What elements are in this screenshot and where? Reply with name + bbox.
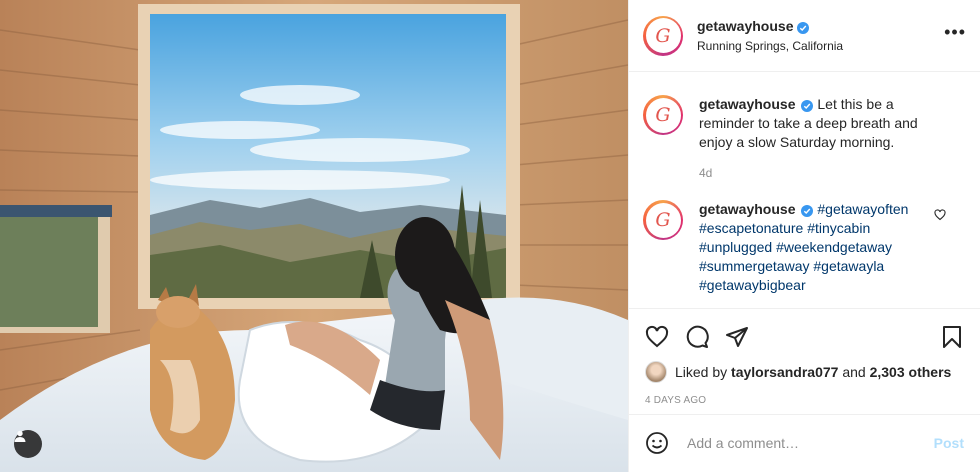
avatar-logo: G bbox=[655, 24, 671, 47]
verified-badge-icon bbox=[797, 22, 810, 34]
avatar[interactable]: G bbox=[643, 15, 683, 56]
caption-time[interactable]: 4d bbox=[699, 166, 937, 180]
avatar[interactable]: G bbox=[643, 95, 683, 135]
liker-username[interactable]: taylorsandra077 bbox=[731, 364, 838, 380]
comment: G getawayhouse #getawayoften #escapetona… bbox=[643, 200, 966, 295]
hashtag-link[interactable]: #getawayla bbox=[813, 258, 884, 274]
liker-avatar[interactable] bbox=[645, 361, 667, 383]
bookmark-icon[interactable] bbox=[940, 325, 964, 349]
post-header: G getawayhouse Running Springs, Californ… bbox=[629, 0, 980, 72]
hashtag-link[interactable]: #getawayoften bbox=[817, 201, 908, 217]
location-link[interactable]: Running Springs, California bbox=[697, 39, 843, 53]
likes-count-link[interactable]: 2,303 others bbox=[870, 364, 952, 380]
hashtag-link[interactable]: #tinycabin bbox=[807, 220, 870, 236]
likes-conjunction: and bbox=[842, 364, 866, 380]
like-heart-icon[interactable] bbox=[645, 325, 669, 349]
hashtag-link[interactable]: #summergetaway bbox=[699, 258, 810, 274]
add-comment-bar: Post bbox=[629, 414, 980, 471]
post-timestamp[interactable]: 4 DAYS AGO bbox=[645, 395, 964, 406]
avatar[interactable]: G bbox=[643, 200, 683, 240]
caption-username[interactable]: getawayhouse bbox=[699, 96, 795, 112]
hashtag-link[interactable]: #weekendgetaway bbox=[776, 239, 892, 255]
verified-badge-icon bbox=[801, 100, 814, 112]
comment-like-heart-icon[interactable] bbox=[934, 208, 946, 226]
liked-by-label: Liked by bbox=[675, 364, 728, 380]
comment-bubble-icon[interactable] bbox=[685, 325, 709, 349]
likes-summary: Liked by taylorsandra077 and 2,303 other… bbox=[645, 361, 964, 383]
header-username[interactable]: getawayhouse bbox=[697, 18, 793, 34]
user-icon bbox=[14, 430, 26, 442]
comments-section: G getawayhouse Let this be a reminder to… bbox=[629, 73, 980, 308]
instagram-post: G getawayhouse Running Springs, Californ… bbox=[0, 0, 980, 472]
comment-input[interactable] bbox=[685, 434, 934, 452]
hashtag-link[interactable]: #getawaybigbear bbox=[699, 277, 806, 293]
tagged-users-button[interactable] bbox=[14, 430, 42, 458]
comment-username[interactable]: getawayhouse bbox=[699, 201, 795, 217]
post-side-panel: G getawayhouse Running Springs, Californ… bbox=[628, 0, 980, 472]
emoji-icon[interactable] bbox=[645, 431, 669, 455]
comment-text-block: getawayhouse #getawayoften #escapetonatu… bbox=[699, 200, 937, 295]
post-photo[interactable] bbox=[0, 0, 628, 472]
more-options-icon[interactable]: ••• bbox=[944, 22, 966, 49]
share-paper-plane-icon[interactable] bbox=[725, 325, 749, 349]
action-icons bbox=[645, 313, 964, 361]
hashtag-link[interactable]: #escapetonature bbox=[699, 220, 803, 236]
caption-text-block: getawayhouse Let this be a reminder to t… bbox=[699, 95, 937, 152]
verified-badge-icon bbox=[801, 205, 814, 217]
caption: G getawayhouse Let this be a reminder to… bbox=[643, 95, 966, 180]
avatar-logo: G bbox=[655, 209, 671, 231]
hashtag-link[interactable]: #unplugged bbox=[699, 239, 772, 255]
post-comment-button[interactable]: Post bbox=[934, 435, 964, 451]
avatar-logo: G bbox=[655, 104, 671, 126]
photo-illustration bbox=[0, 0, 628, 472]
post-actions: Liked by taylorsandra077 and 2,303 other… bbox=[629, 308, 980, 406]
